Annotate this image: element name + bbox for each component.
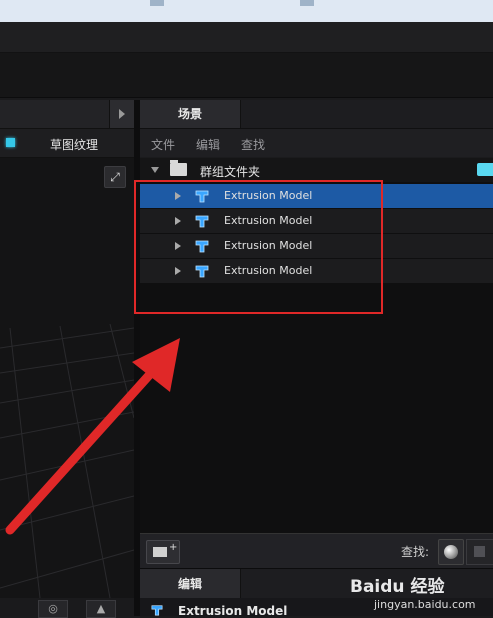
edit-object-name: Extrusion Model [178,604,288,616]
plus-icon: + [169,542,178,553]
annotation-highlight-box [134,180,383,314]
folder-icon [170,160,187,176]
edit-panel-header: 编辑 [140,568,493,599]
collapse-arrow-icon[interactable] [151,167,159,173]
cube-icon [474,546,485,557]
menu-bar [0,22,493,53]
new-folder-button[interactable]: + [146,540,180,564]
extrusion-model-icon [151,605,163,616]
3d-viewport[interactable]: ⤢ [0,158,134,598]
left-panel-tabs: 草图纹理 [0,129,134,158]
cube-filter-button[interactable] [466,539,493,565]
sphere-icon [444,545,458,559]
scene-panel-header: 场景 [140,100,493,129]
sphere-filter-button[interactable] [438,539,464,565]
group-folder-row[interactable]: 群组文件夹 [140,158,493,182]
tab-scene[interactable]: 场景 [140,100,241,128]
toolbar [0,53,493,98]
up-arrow-icon[interactable]: ▲ [86,600,116,618]
visibility-badge-icon[interactable] [477,163,493,176]
scene-panel-footer: + 查找: [140,533,493,568]
tab-sketch-texture[interactable]: 草图纹理 [50,136,98,153]
title-bar-marker [300,0,314,6]
target-icon[interactable]: ◎ [38,600,68,618]
menu-file[interactable]: 文件 [151,136,175,153]
expand-right-icon[interactable] [109,100,134,128]
sketch-texture-indicator-icon[interactable] [6,138,15,147]
scene-menu-bar: 文件 编辑 查找 [140,129,493,157]
viewport-grid [0,323,134,598]
fullscreen-icon[interactable]: ⤢ [104,166,126,188]
find-label: 查找: [401,545,430,559]
title-bar-marker [150,0,164,6]
menu-find[interactable]: 查找 [241,136,265,153]
folder-add-icon [153,547,167,557]
edit-panel-body: Extrusion Model [140,598,493,616]
group-folder-label: 群组文件夹 [200,165,261,179]
menu-edit[interactable]: 编辑 [196,136,220,153]
left-panel-header [0,100,134,129]
window-title-bar [0,0,493,22]
tab-edit[interactable]: 编辑 [140,569,241,599]
left-panel-bottom-bar: ◎ ▲ [0,598,134,618]
